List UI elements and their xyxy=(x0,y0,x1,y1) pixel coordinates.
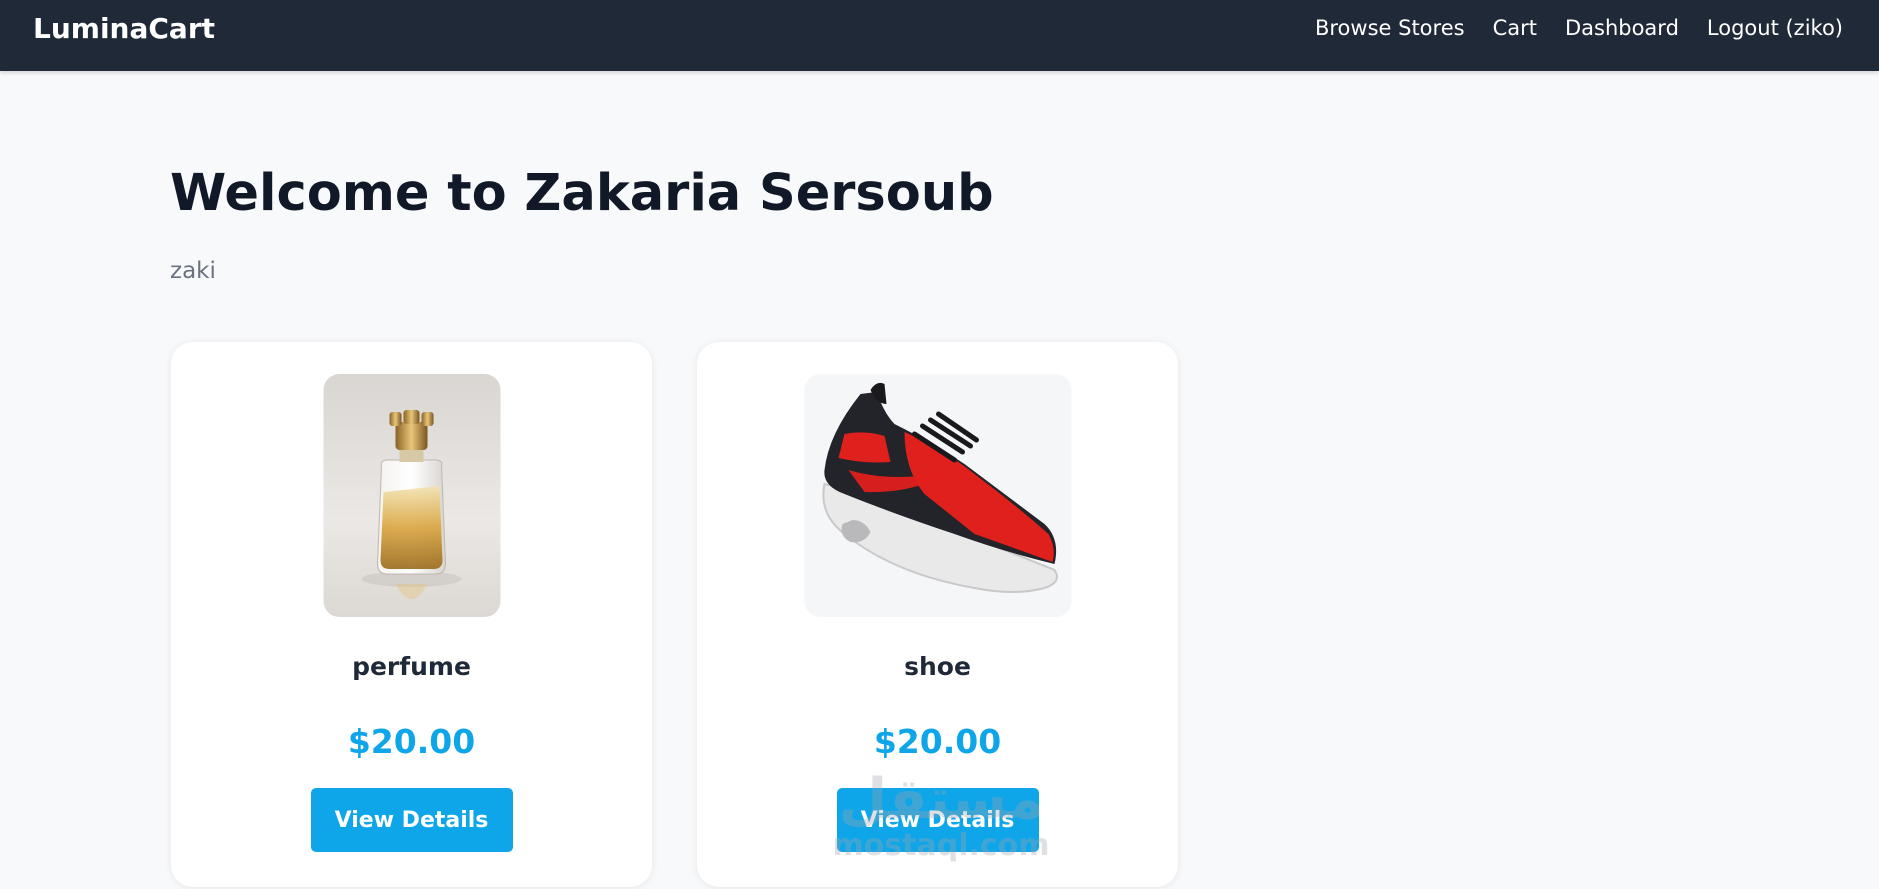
nav-link-logout[interactable]: Logout (ziko) xyxy=(1707,16,1843,40)
product-image-shoe[interactable] xyxy=(804,374,1071,617)
product-price: $20.00 xyxy=(347,722,476,761)
red-sneaker-image xyxy=(822,382,1058,593)
product-card: perfume $20.00 View Details xyxy=(171,342,652,887)
perfume-bottle-image xyxy=(361,410,461,599)
store-description: zaki xyxy=(170,258,216,284)
nav-links: Browse Stores Cart Dashboard Logout (zik… xyxy=(1315,16,1843,40)
navbar: LuminaCart Browse Stores Cart Dashboard … xyxy=(0,0,1879,71)
product-name: shoe xyxy=(904,652,971,681)
product-name: perfume xyxy=(352,652,471,681)
view-details-button[interactable]: View Details xyxy=(310,788,513,852)
nav-link-cart[interactable]: Cart xyxy=(1493,16,1537,40)
nav-link-dashboard[interactable]: Dashboard xyxy=(1565,16,1679,40)
product-price: $20.00 xyxy=(873,722,1002,761)
view-details-button[interactable]: View Details xyxy=(836,788,1039,852)
brand-logo[interactable]: LuminaCart xyxy=(33,12,215,45)
nav-link-browse-stores[interactable]: Browse Stores xyxy=(1315,16,1465,40)
store-welcome-title: Welcome to Zakaria Sersoub xyxy=(170,164,994,223)
product-image-perfume[interactable] xyxy=(323,374,500,617)
product-card: shoe $20.00 View Details xyxy=(697,342,1178,887)
